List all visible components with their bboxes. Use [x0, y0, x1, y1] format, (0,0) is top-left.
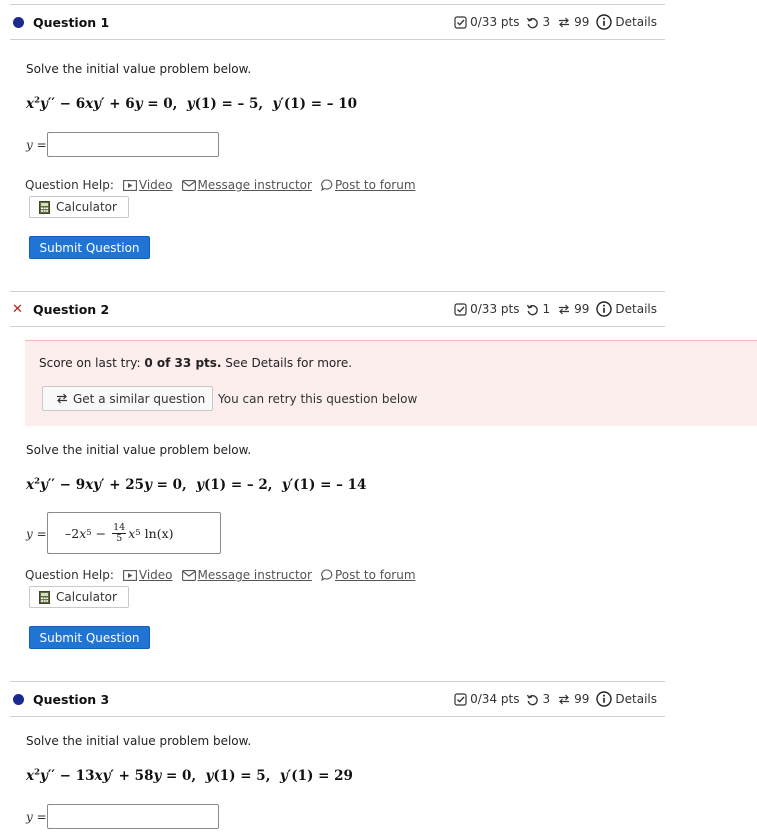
calculator-button[interactable]: Calculator	[29, 196, 129, 218]
forum-icon	[321, 569, 333, 581]
question-meta: 0/33 pts 1 99 Details	[447, 301, 657, 317]
question-prompt: Solve the initial value problem below.	[26, 443, 252, 457]
swap-arrows-icon	[559, 17, 570, 27]
info-icon	[596, 691, 613, 707]
question-2-header: ✕ Question 2 0/33 pts 1 99 Details	[10, 291, 665, 327]
get-similar-question-button[interactable]: Get a similar question	[42, 386, 213, 411]
video-icon	[122, 569, 137, 581]
mail-icon	[181, 569, 196, 581]
equation: x2y′′ − 9xy′ + 25y = 0, y(1) = – 2, y′(1…	[26, 476, 367, 493]
post-to-forum-link[interactable]: Post to forum	[321, 568, 416, 582]
retry-note: You can retry this question below	[218, 392, 418, 406]
calculator-button[interactable]: Calculator	[29, 586, 129, 608]
swap-arrows-icon	[559, 304, 570, 314]
attempts-indicator: 3	[526, 692, 550, 706]
question-1-header: Question 1 0/33 pts 3 99 Details	[10, 4, 665, 40]
retry-icon	[527, 17, 539, 28]
answer-input[interactable]	[47, 132, 219, 157]
check-box-icon	[454, 692, 467, 706]
check-box-icon	[454, 302, 467, 316]
question-title: Question 3	[33, 691, 110, 707]
status-dot-icon	[13, 693, 24, 705]
attempts-indicator: 3	[526, 15, 550, 29]
equation: x2y′′ − 6xy′ + 6y = 0, y(1) = – 5, y′(1)…	[26, 95, 358, 112]
swap-arrows-icon	[57, 393, 67, 404]
submit-question-button[interactable]: Submit Question	[29, 236, 150, 259]
forum-icon	[321, 179, 333, 191]
check-box-icon	[454, 15, 467, 29]
status-dot-icon	[13, 16, 24, 28]
answer-label: y =	[26, 810, 47, 824]
question-prompt: Solve the initial value problem below.	[26, 62, 252, 76]
info-icon	[596, 14, 613, 30]
answer-input[interactable]	[47, 804, 219, 829]
question-prompt: Solve the initial value problem below.	[26, 734, 252, 748]
details-link[interactable]: Details	[596, 301, 657, 317]
points-indicator: 0/33 pts	[454, 15, 519, 29]
question-help: Question Help: Video Message instructor …	[25, 178, 416, 192]
points-indicator: 0/33 pts	[454, 302, 519, 316]
answer-input-filled[interactable]: –2 x 5 − 14 5 x5 ln(x)	[47, 512, 221, 554]
submit-question-button[interactable]: Submit Question	[29, 626, 150, 649]
answer-label: y =	[26, 527, 47, 541]
versions-indicator: 99	[557, 692, 589, 706]
question-meta: 0/34 pts 3 99 Details	[447, 691, 657, 707]
video-link[interactable]: Video	[122, 178, 173, 192]
message-instructor-link[interactable]: Message instructor	[181, 568, 312, 582]
answer-label: y =	[26, 138, 47, 152]
incorrect-x-icon: ✕	[12, 301, 23, 317]
post-to-forum-link[interactable]: Post to forum	[321, 178, 416, 192]
video-link[interactable]: Video	[122, 568, 173, 582]
question-title: Question 1	[33, 14, 110, 30]
versions-indicator: 99	[557, 302, 589, 316]
question-help: Question Help: Video Message instructor …	[25, 568, 416, 582]
versions-indicator: 99	[557, 15, 589, 29]
calculator-icon	[39, 590, 50, 604]
attempts-indicator: 1	[526, 302, 550, 316]
score-feedback-panel: Score on last try: 0 of 33 pts. See Deta…	[25, 340, 757, 426]
retry-icon	[527, 304, 539, 315]
mail-icon	[181, 179, 196, 191]
last-try-score: Score on last try: 0 of 33 pts. See Deta…	[39, 356, 353, 370]
question-title: Question 2	[33, 301, 110, 317]
question-meta: 0/33 pts 3 99 Details	[447, 14, 657, 30]
points-indicator: 0/34 pts	[454, 692, 519, 706]
retry-icon	[527, 694, 539, 705]
video-icon	[122, 179, 137, 191]
equation: x2y′′ − 13xy′ + 58y = 0, y(1) = 5, y′(1)…	[26, 767, 353, 784]
question-3-header: Question 3 0/34 pts 3 99 Details	[10, 681, 665, 717]
info-icon	[596, 301, 613, 317]
calculator-icon	[39, 200, 50, 214]
swap-arrows-icon	[559, 694, 570, 704]
details-link[interactable]: Details	[596, 14, 657, 30]
message-instructor-link[interactable]: Message instructor	[181, 178, 312, 192]
details-link[interactable]: Details	[596, 691, 657, 707]
